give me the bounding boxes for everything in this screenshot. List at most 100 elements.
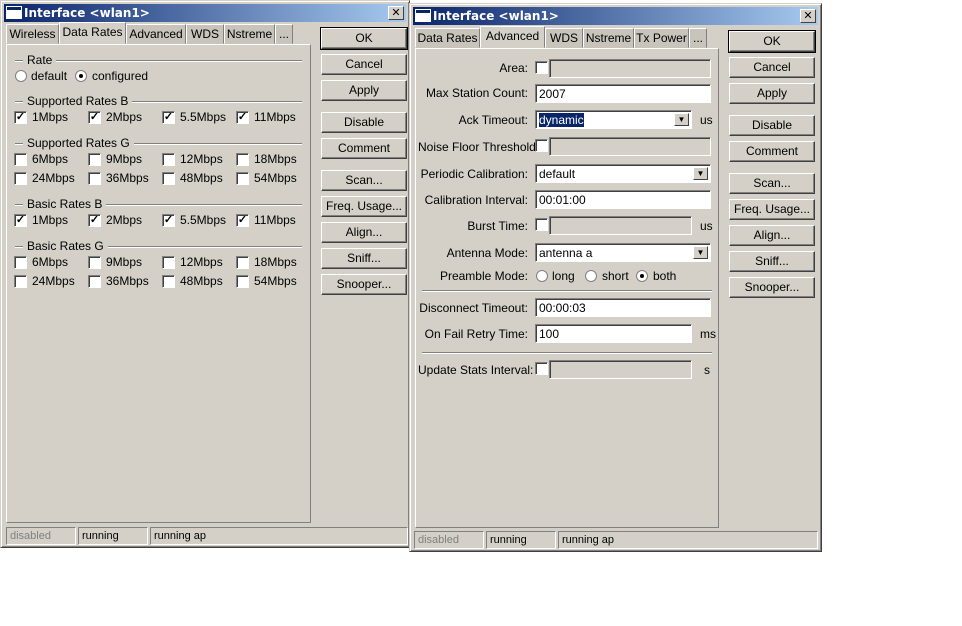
align-button[interactable]: Align... [729, 225, 815, 246]
rate-label: 24Mbps [32, 274, 75, 288]
tab-advanced[interactable]: Advanced [480, 26, 545, 48]
close-button[interactable]: ✕ [388, 6, 404, 20]
checkbox-basic-rates-b-1mbps[interactable]: ✓ [14, 214, 27, 227]
checkbox-basic-rates-g-18mbps[interactable] [236, 256, 249, 269]
rate-configured-radio[interactable] [75, 70, 87, 82]
apply-button[interactable]: Apply [729, 83, 815, 104]
checkbox-basic-rates-g-24mbps[interactable] [14, 275, 27, 288]
checkbox-supported-rates-g-24mbps[interactable] [14, 172, 27, 185]
update-stats-checkbox[interactable] [535, 362, 548, 375]
checkbox-basic-rates-g-36mbps[interactable] [88, 275, 101, 288]
basic-rates-g-group: Basic Rates G [15, 239, 302, 253]
area-label: Area: [499, 61, 528, 75]
checkbox-supported-rates-b-1mbps[interactable]: ✓ [14, 111, 27, 124]
tab-wireless[interactable]: Wireless [6, 24, 59, 44]
tab-wds[interactable]: WDS [186, 24, 224, 44]
checkbox-supported-rates-g-36mbps[interactable] [88, 172, 101, 185]
snooper-button[interactable]: Snooper... [321, 274, 407, 295]
checkbox-basic-rates-g-9mbps[interactable] [88, 256, 101, 269]
preamble-long-radio[interactable] [536, 270, 548, 282]
cancel-button[interactable]: Cancel [729, 57, 815, 78]
disable-button[interactable]: Disable [729, 115, 815, 136]
scan-button[interactable]: Scan... [321, 170, 407, 191]
scan-button[interactable]: Scan... [729, 173, 815, 194]
tab-more[interactable]: ... [689, 28, 707, 48]
status-enabled: disabled [414, 531, 484, 549]
tab-advanced[interactable]: Advanced [126, 24, 186, 44]
dropdown-arrow-icon[interactable]: ▼ [674, 113, 689, 126]
rate-label: 1Mbps [32, 110, 69, 124]
burst-time-checkbox[interactable] [535, 218, 548, 231]
max-station-input[interactable]: 2007 [535, 84, 711, 103]
snooper-button[interactable]: Snooper... [729, 277, 815, 298]
comment-button[interactable]: Comment [729, 141, 815, 162]
checkbox-supported-rates-g-18mbps[interactable] [236, 153, 249, 166]
close-button[interactable]: ✕ [800, 9, 816, 23]
ok-button[interactable]: OK [728, 30, 816, 53]
ack-timeout-label: Ack Timeout: [458, 113, 528, 127]
checkbox-supported-rates-g-54mbps[interactable] [236, 172, 249, 185]
title-bar[interactable]: Interface <wlan1> ✕ [413, 7, 818, 25]
freq-usage-button[interactable]: Freq. Usage... [729, 199, 815, 220]
left-interface-window: Interface <wlan1> ✕ Wireless Data Rates Ad… [0, 0, 410, 548]
area-field [549, 59, 711, 78]
tab-tx-power[interactable]: Tx Power [634, 28, 689, 48]
dropdown-arrow-icon[interactable]: ▼ [693, 167, 708, 180]
rate-default-radio[interactable] [15, 70, 27, 82]
right-interface-window: Interface <wlan1> ✕ Data Rates Advanced WD… [409, 3, 822, 552]
ack-timeout-unit: us [700, 113, 713, 127]
checkbox-supported-rates-b-11mbps[interactable]: ✓ [236, 111, 249, 124]
burst-time-label: Burst Time: [467, 219, 528, 233]
tab-data-rates[interactable]: Data Rates [59, 22, 126, 44]
checkbox-supported-rates-g-48mbps[interactable] [162, 172, 175, 185]
checkbox-basic-rates-g-6mbps[interactable] [14, 256, 27, 269]
checkbox-supported-rates-b-2mbps[interactable]: ✓ [88, 111, 101, 124]
disable-button[interactable]: Disable [321, 112, 407, 133]
dropdown-arrow-icon[interactable]: ▼ [693, 246, 708, 259]
checkbox-basic-rates-b-2mbps[interactable]: ✓ [88, 214, 101, 227]
checkbox-supported-rates-g-12mbps[interactable] [162, 153, 175, 166]
noise-floor-checkbox[interactable] [535, 139, 548, 152]
checkbox-basic-rates-b-11mbps[interactable]: ✓ [236, 214, 249, 227]
preamble-both-radio[interactable] [636, 270, 648, 282]
antenna-mode-combo[interactable]: antenna a ▼ [535, 243, 711, 262]
cancel-button[interactable]: Cancel [321, 54, 407, 75]
tab-nstreme[interactable]: Nstreme [224, 24, 275, 44]
align-button[interactable]: Align... [321, 222, 407, 243]
sniff-button[interactable]: Sniff... [321, 248, 407, 269]
cal-interval-input[interactable]: 00:01:00 [535, 190, 711, 209]
checkbox-basic-rates-g-48mbps[interactable] [162, 275, 175, 288]
ack-timeout-combo[interactable]: dynamic ▼ [535, 110, 692, 129]
freq-usage-button[interactable]: Freq. Usage... [321, 196, 407, 217]
sniff-button[interactable]: Sniff... [729, 251, 815, 272]
rate-label: 24Mbps [32, 171, 75, 185]
ok-button[interactable]: OK [320, 27, 408, 50]
apply-button[interactable]: Apply [321, 80, 407, 101]
rate-label: 12Mbps [180, 255, 223, 269]
rate-configured-label: configured [92, 69, 149, 83]
checkbox-supported-rates-g-6mbps[interactable] [14, 153, 27, 166]
rate-label: 5.5Mbps [180, 110, 227, 124]
tab-nstreme[interactable]: Nstreme [583, 28, 634, 48]
group-label: Supported Rates B [23, 94, 133, 108]
periodic-cal-combo[interactable]: default ▼ [535, 164, 711, 183]
area-checkbox[interactable] [535, 61, 548, 74]
burst-time-field [549, 216, 692, 235]
rate-label: 2Mbps [106, 213, 143, 227]
tab-wds[interactable]: WDS [545, 28, 583, 48]
disconnect-timeout-input[interactable]: 00:00:03 [535, 298, 711, 317]
title-bar[interactable]: Interface <wlan1> ✕ [4, 4, 406, 22]
antenna-mode-value: antenna a [539, 246, 593, 260]
checkbox-basic-rates-g-12mbps[interactable] [162, 256, 175, 269]
checkbox-supported-rates-b-5-5mbps[interactable]: ✓ [162, 111, 175, 124]
checkbox-supported-rates-g-9mbps[interactable] [88, 153, 101, 166]
rate-label: 1Mbps [32, 213, 69, 227]
preamble-short-radio[interactable] [585, 270, 597, 282]
cal-interval-label: Calibration Interval: [424, 193, 528, 207]
on-fail-retry-input[interactable]: 100 [535, 324, 692, 343]
tab-data-rates[interactable]: Data Rates [415, 28, 480, 48]
comment-button[interactable]: Comment [321, 138, 407, 159]
checkbox-basic-rates-b-5-5mbps[interactable]: ✓ [162, 214, 175, 227]
tab-more[interactable]: ... [275, 24, 293, 44]
checkbox-basic-rates-g-54mbps[interactable] [236, 275, 249, 288]
